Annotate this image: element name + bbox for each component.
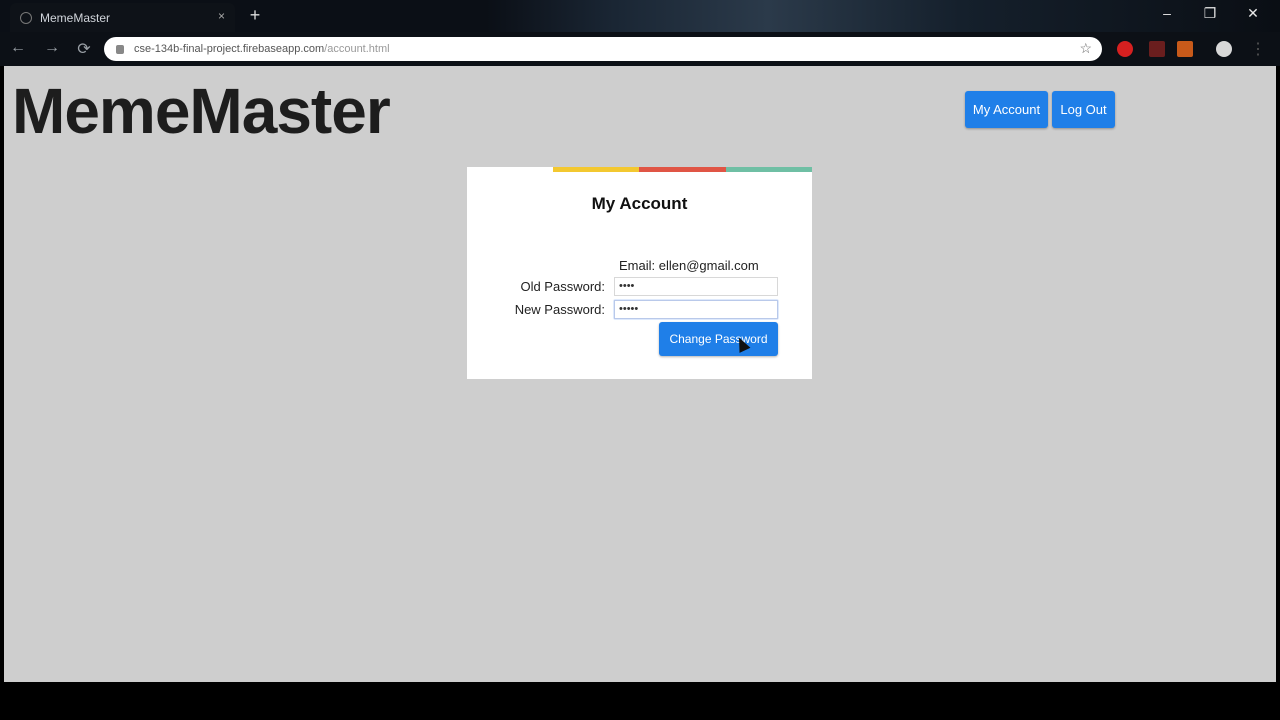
extension-icon[interactable] (1177, 41, 1193, 57)
url-domain: cse-134b-final-project.firebaseapp.com (134, 43, 325, 55)
email-label: Email: (619, 258, 656, 273)
my-account-button[interactable]: My Account (965, 91, 1048, 128)
minimize-icon[interactable]: – (1152, 5, 1182, 21)
close-window-icon[interactable]: ✕ (1238, 5, 1268, 22)
address-bar[interactable]: cse-134b-final-project.firebaseapp.com /… (104, 37, 1102, 61)
email-row: Email: ellen@gmail.com (619, 258, 759, 273)
bottom-bar (0, 682, 1280, 720)
menu-icon[interactable]: ⋮ (1248, 39, 1268, 59)
close-tab-icon[interactable]: × (218, 9, 225, 23)
extension-icon[interactable] (1117, 41, 1133, 57)
card-stripe (553, 167, 639, 172)
url-path: /account.html (324, 43, 390, 55)
page-viewport: MemeMaster My Account Log Out My Account… (4, 66, 1276, 682)
card-stripe (467, 167, 553, 172)
bookmark-star-icon[interactable]: ☆ (1079, 40, 1092, 57)
log-out-button[interactable]: Log Out (1052, 91, 1115, 128)
site-logo[interactable]: MemeMaster (12, 74, 391, 148)
tab-title: MemeMaster (40, 10, 111, 25)
maximize-icon[interactable]: ❐ (1195, 5, 1225, 22)
account-card: My Account Email: ellen@gmail.com Old Pa… (467, 167, 812, 379)
card-stripe (726, 167, 812, 172)
email-value: ellen@gmail.com (658, 258, 759, 273)
forward-icon[interactable]: → (42, 39, 62, 57)
profile-avatar-icon[interactable] (1216, 41, 1232, 57)
old-password-field[interactable]: •••• (614, 277, 778, 296)
back-icon[interactable]: ← (8, 39, 28, 57)
reload-icon[interactable]: ⟳ (74, 39, 94, 59)
new-tab-button[interactable]: + (246, 6, 264, 24)
browser-toolbar: ← → ⟳ cse-134b-final-project.firebaseapp… (0, 32, 1280, 66)
browser-tab[interactable]: MemeMaster × (10, 3, 235, 32)
new-password-label: New Password: (514, 302, 605, 317)
new-password-field[interactable]: ••••• (614, 300, 778, 319)
lock-icon (116, 44, 124, 54)
browser-tab-bar: MemeMaster × + – ❐ ✕ (0, 0, 1280, 32)
globe-icon (20, 11, 32, 24)
old-password-label: Old Password: (520, 279, 605, 294)
card-stripe (639, 167, 726, 172)
extension-icon[interactable] (1149, 41, 1165, 57)
card-title: My Account (591, 194, 688, 213)
change-password-button[interactable]: Change Password (659, 322, 778, 356)
